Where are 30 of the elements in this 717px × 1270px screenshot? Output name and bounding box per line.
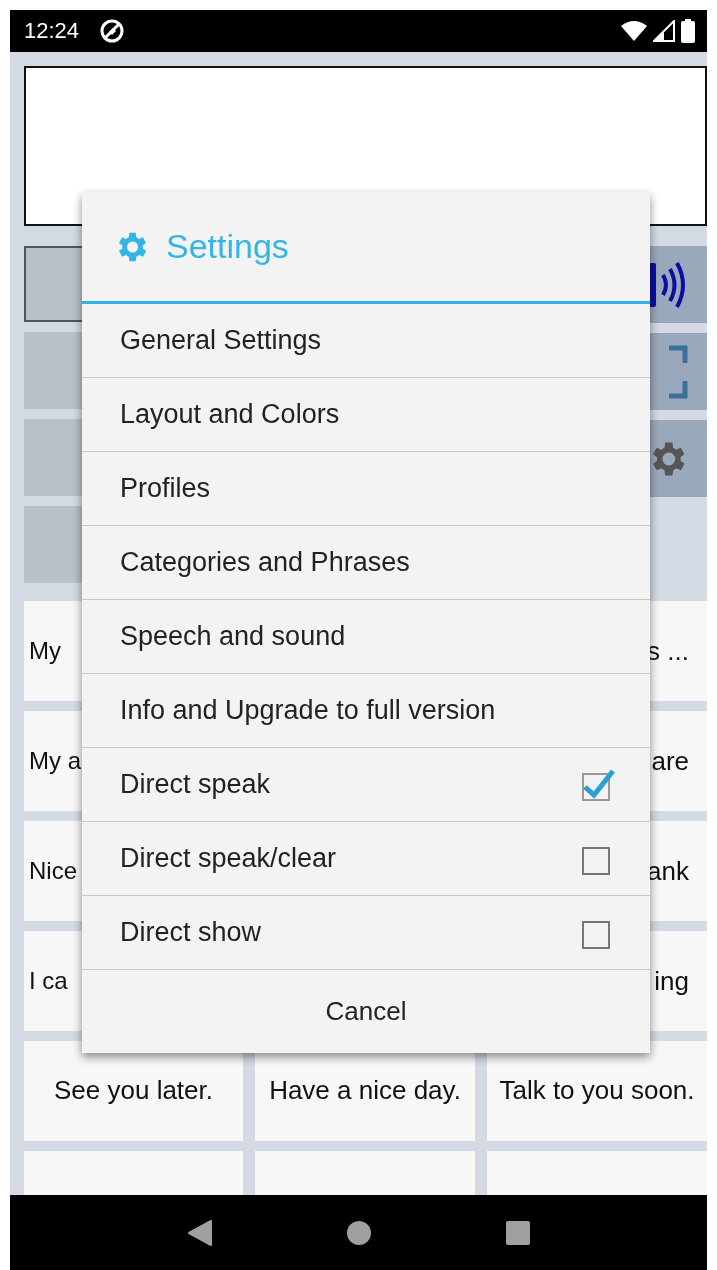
signal-icon — [653, 20, 675, 42]
menu-item[interactable]: General Settings — [82, 304, 650, 378]
menu-item[interactable]: Categories and Phrases — [82, 526, 650, 600]
phrase-tile[interactable]: See you later. — [24, 1041, 243, 1141]
dialog-title: Settings — [166, 227, 289, 266]
checkbox-row[interactable]: Direct speak — [82, 748, 650, 822]
menu-item[interactable]: Speech and sound — [82, 600, 650, 674]
home-icon[interactable] — [345, 1219, 372, 1246]
recents-icon[interactable] — [504, 1219, 531, 1246]
phrase-text: My — [29, 637, 61, 665]
menu-item[interactable]: Layout and Colors — [82, 378, 650, 452]
phrase-text: I ca — [29, 967, 68, 995]
phrase-text: Have a nice day. — [269, 1074, 461, 1108]
phrase-text: Nice — [29, 857, 77, 885]
wifi-icon — [621, 20, 647, 42]
phrase-text: My a — [29, 747, 81, 775]
corner-brackets-icon — [667, 344, 689, 399]
menu-item[interactable]: Info and Upgrade to full version — [82, 674, 650, 748]
cancel-button[interactable]: Cancel — [82, 970, 650, 1053]
menu-item[interactable]: Profiles — [82, 452, 650, 526]
phrase-text: See you later. — [54, 1074, 213, 1108]
back-icon[interactable] — [186, 1218, 213, 1247]
clock-time: 12:24 — [24, 18, 80, 44]
checkbox-row[interactable]: Direct speak/clear — [82, 822, 650, 896]
phrase-tile[interactable]: Talk to you soon. — [487, 1041, 707, 1141]
do-not-disturb-icon — [99, 18, 126, 44]
phrase-text: Talk to you soon. — [499, 1074, 695, 1108]
phrase-text: ing — [654, 965, 689, 997]
battery-icon — [681, 19, 695, 43]
phrase-text: are — [651, 745, 689, 777]
